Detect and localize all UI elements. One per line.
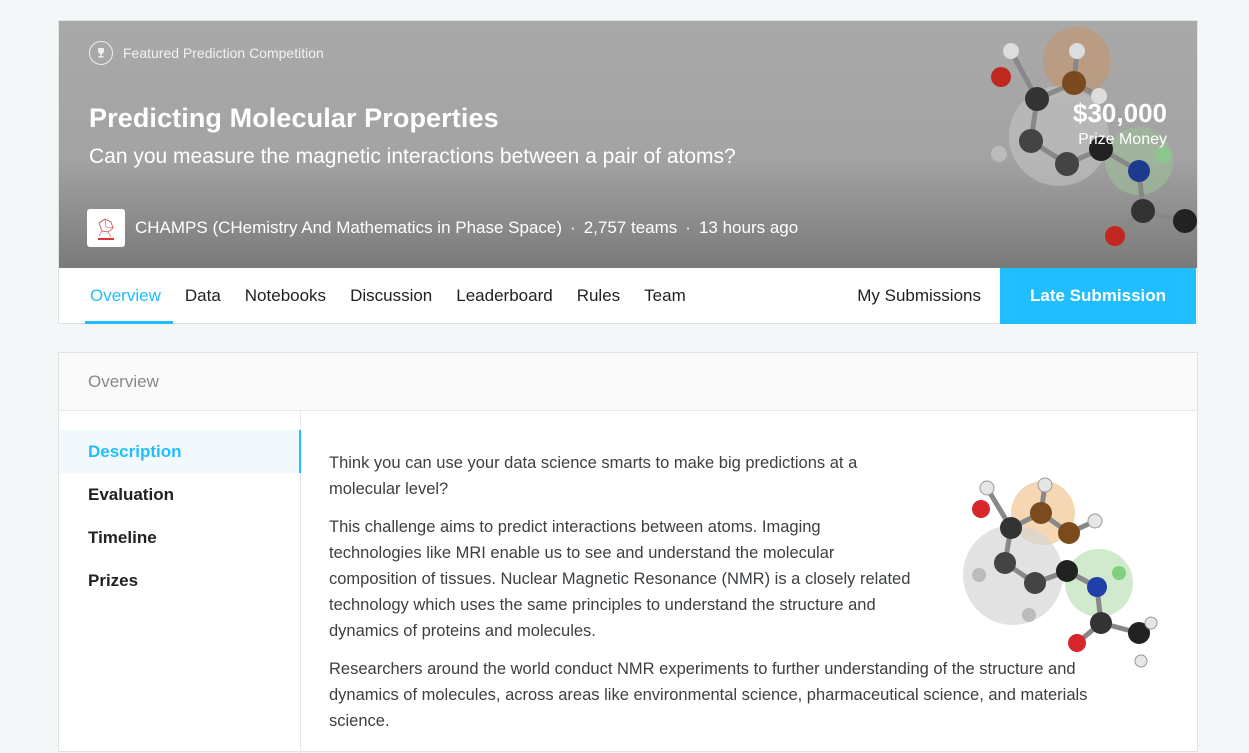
separator-dot: · — [685, 218, 691, 237]
overview-section: Overview Description Evaluation Timeline… — [58, 352, 1198, 753]
sidebar-item-description[interactable]: Description — [59, 430, 301, 473]
tab-data[interactable]: Data — [173, 268, 233, 324]
prize-box: $30,000 Prize Money — [1073, 98, 1167, 149]
sidebar-item-prizes[interactable]: Prizes — [59, 559, 300, 602]
competition-header: Featured Prediction Competition Predicti… — [58, 20, 1198, 324]
trophy-icon — [89, 41, 113, 65]
last-updated: 13 hours ago — [698, 218, 799, 237]
prize-label: Prize Money — [1078, 131, 1167, 148]
description-paragraph: This challenge aims to predict interacti… — [329, 518, 911, 640]
host-name[interactable]: CHAMPS (CHemistry And Mathematics in Pha… — [135, 218, 562, 238]
tab-discussion[interactable]: Discussion — [338, 268, 444, 324]
molecule-illustration — [963, 477, 1158, 668]
sidebar-item-evaluation[interactable]: Evaluation — [59, 473, 300, 516]
overview-header: Overview — [59, 353, 1197, 411]
featured-text: Featured Prediction Competition — [123, 45, 324, 61]
prize-amount: $30,000 — [1073, 98, 1167, 128]
tab-leaderboard[interactable]: Leaderboard — [444, 268, 564, 324]
featured-label: Featured Prediction Competition — [89, 41, 324, 65]
overview-sidebar: Description Evaluation Timeline Prizes — [59, 411, 301, 753]
tab-notebooks[interactable]: Notebooks — [233, 268, 338, 324]
sidebar-item-timeline[interactable]: Timeline — [59, 516, 300, 559]
separator-dot: · — [570, 218, 576, 237]
late-submission-button[interactable]: Late Submission — [1000, 268, 1196, 324]
tab-team[interactable]: Team — [632, 268, 698, 324]
competition-banner: Featured Prediction Competition Predicti… — [59, 21, 1197, 268]
competition-tabs: Overview Data Notebooks Discussion Leade… — [59, 268, 1197, 324]
teams-count[interactable]: 2,757 teams — [584, 218, 678, 238]
tab-rules[interactable]: Rules — [565, 268, 632, 324]
description-paragraph: Think you can use your data science smar… — [329, 454, 858, 498]
page-title: Predicting Molecular Properties — [89, 103, 499, 133]
tab-overview[interactable]: Overview — [78, 268, 173, 324]
my-submissions-link[interactable]: My Submissions — [845, 268, 1000, 324]
host-logo[interactable] — [87, 209, 125, 247]
host-info: CHAMPS (CHemistry And Mathematics in Pha… — [87, 209, 798, 247]
page-subtitle: Can you measure the magnetic interaction… — [89, 145, 736, 168]
tabs-spacer — [698, 268, 846, 324]
